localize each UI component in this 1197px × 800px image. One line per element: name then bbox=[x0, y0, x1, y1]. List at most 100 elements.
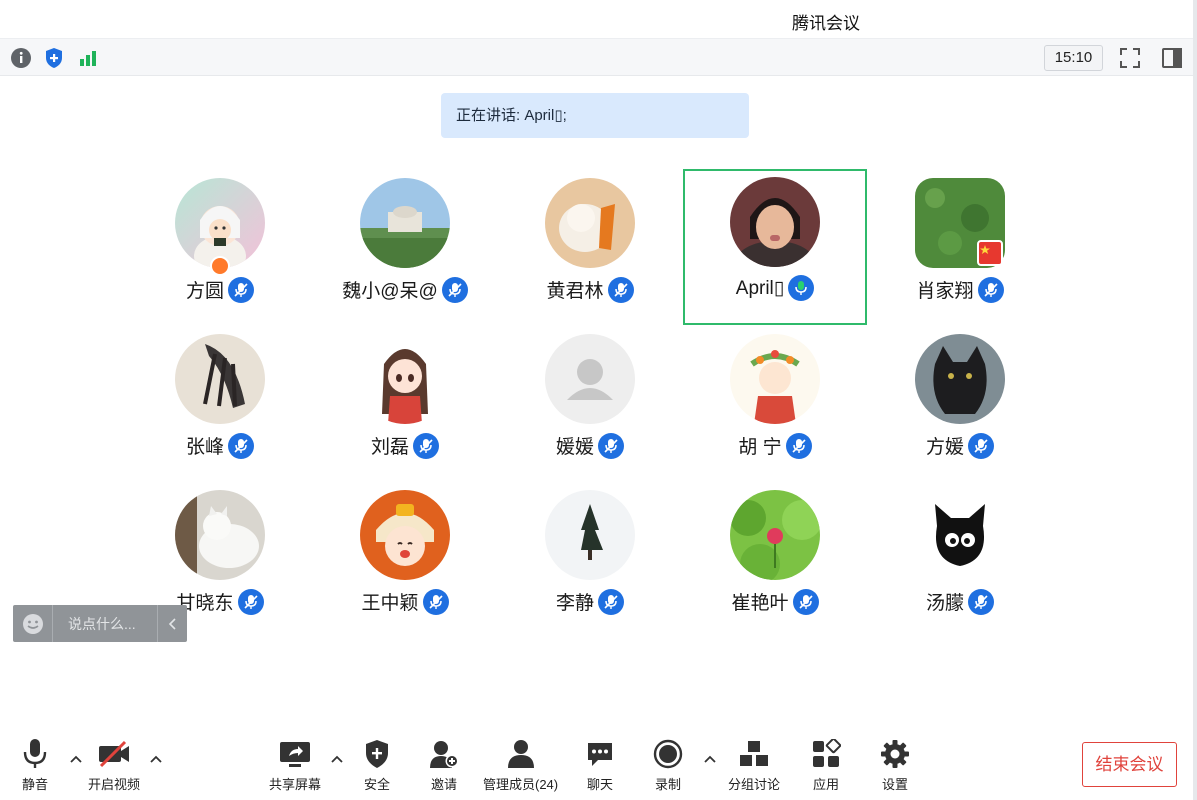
fullscreen-icon[interactable] bbox=[1119, 47, 1141, 69]
emoji-icon[interactable] bbox=[13, 605, 53, 642]
participant-name: 崔艳叶 bbox=[731, 593, 789, 614]
invite-label: 邀请 bbox=[430, 777, 457, 792]
muted-mic-icon bbox=[968, 588, 994, 615]
host-badge-icon bbox=[210, 256, 230, 276]
speaking-indicator: 正在讲话: April▯; bbox=[441, 93, 749, 138]
muted-mic-icon bbox=[977, 276, 1004, 303]
mute-button[interactable]: 静音 bbox=[18, 738, 52, 793]
security-button[interactable]: 安全 bbox=[360, 738, 394, 793]
title-bar: 腾讯会议 bbox=[0, 0, 1193, 38]
side-panel-icon[interactable] bbox=[1161, 47, 1183, 69]
bottom-toolbar: 静音 开启视频 共享屏幕 安全 邀请 管理成员(24) 聊天 录制 分组讨论 应… bbox=[0, 730, 1193, 800]
muted-mic-icon bbox=[792, 588, 819, 615]
participant-name: 张峰 bbox=[185, 437, 224, 458]
muted-mic-icon bbox=[413, 432, 439, 459]
participant-name: 肖家翔 bbox=[916, 281, 974, 302]
meeting-clock: 15:10 bbox=[1044, 45, 1103, 71]
avatar bbox=[545, 490, 635, 580]
share-screen-button[interactable]: 共享屏幕 bbox=[269, 738, 321, 793]
avatar bbox=[545, 178, 635, 268]
chat-placeholder[interactable]: 说点什么... bbox=[53, 614, 157, 634]
chevron-left-icon[interactable] bbox=[157, 605, 187, 642]
shield-icon bbox=[360, 738, 394, 770]
participant-name: April▯ bbox=[735, 277, 785, 299]
participant-tile[interactable]: 方圆 bbox=[128, 170, 312, 326]
shield-icon[interactable] bbox=[42, 46, 66, 70]
info-icon[interactable] bbox=[9, 46, 33, 70]
gear-icon bbox=[878, 738, 912, 770]
breakout-rooms-button[interactable]: 分组讨论 bbox=[728, 738, 780, 793]
muted-mic-icon bbox=[598, 432, 624, 459]
muted-mic-icon bbox=[968, 432, 994, 459]
chat-button[interactable]: 聊天 bbox=[583, 738, 617, 793]
breakout-icon bbox=[737, 738, 771, 770]
participant-tile[interactable]: 汤朦 bbox=[868, 482, 1052, 638]
avatar bbox=[360, 490, 450, 580]
default-avatar bbox=[545, 334, 635, 424]
chevron-up-icon[interactable] bbox=[149, 752, 163, 766]
participant-name: 李静 bbox=[555, 593, 594, 614]
video-label: 开启视频 bbox=[88, 777, 141, 792]
mute-label: 静音 bbox=[21, 777, 48, 792]
participant-tile[interactable]: 王中颖 bbox=[313, 482, 497, 638]
apps-icon bbox=[809, 738, 843, 770]
security-label: 安全 bbox=[363, 777, 390, 792]
participant-name: 黄君林 bbox=[546, 281, 604, 302]
end-meeting-button[interactable]: 结束会议 bbox=[1082, 742, 1177, 787]
muted-mic-icon bbox=[228, 432, 254, 459]
avatar bbox=[360, 334, 450, 424]
muted-mic-icon bbox=[607, 276, 634, 303]
speaking-mic-icon bbox=[788, 275, 815, 301]
participant-name: 方圆 bbox=[185, 281, 224, 302]
participant-tile[interactable]: 媛媛 bbox=[498, 326, 682, 482]
chat-input[interactable]: 说点什么... bbox=[13, 605, 187, 642]
record-icon bbox=[651, 738, 685, 770]
settings-label: 设置 bbox=[881, 777, 908, 792]
avatar bbox=[175, 334, 265, 424]
share-screen-icon bbox=[278, 738, 312, 770]
manage-members-button[interactable]: 管理成员(24) bbox=[483, 738, 558, 793]
muted-mic-icon bbox=[598, 588, 624, 615]
settings-button[interactable]: 设置 bbox=[878, 738, 912, 793]
share-label: 共享屏幕 bbox=[269, 777, 322, 792]
members-icon bbox=[504, 738, 538, 770]
status-bar: 15:10 bbox=[0, 38, 1193, 76]
meeting-window: 腾讯会议 15:10 正在讲话: April▯; 方圆 魏小@呆@ 黄君林 Ap… bbox=[0, 0, 1197, 800]
avatar bbox=[730, 334, 820, 424]
record-label: 录制 bbox=[654, 777, 681, 792]
chevron-up-icon[interactable] bbox=[330, 752, 344, 766]
participant-tile[interactable]: 崔艳叶 bbox=[683, 482, 867, 638]
participant-tile[interactable]: 肖家翔 bbox=[868, 170, 1052, 326]
participant-name: 王中颖 bbox=[361, 593, 419, 614]
breakout-label: 分组讨论 bbox=[728, 777, 781, 792]
chevron-up-icon[interactable] bbox=[69, 752, 83, 766]
participant-name: 魏小@呆@ bbox=[342, 281, 438, 302]
invite-button[interactable]: 邀请 bbox=[427, 738, 461, 793]
muted-mic-icon bbox=[237, 588, 264, 615]
participant-tile[interactable]: 张峰 bbox=[128, 326, 312, 482]
participant-tile-active[interactable]: April▯ bbox=[683, 169, 867, 325]
participant-name: 媛媛 bbox=[555, 437, 594, 458]
participant-tile[interactable]: 李静 bbox=[498, 482, 682, 638]
avatar bbox=[915, 490, 1005, 580]
apps-button[interactable]: 应用 bbox=[809, 738, 843, 793]
participant-name: 方媛 bbox=[925, 437, 964, 458]
signal-icon[interactable] bbox=[76, 46, 100, 70]
members-label: 管理成员(24) bbox=[483, 777, 559, 792]
chat-label: 聊天 bbox=[586, 777, 613, 792]
avatar bbox=[360, 178, 450, 268]
add-user-icon bbox=[427, 738, 461, 770]
microphone-icon bbox=[18, 738, 52, 770]
participant-tile[interactable]: 胡 宁 bbox=[683, 326, 867, 482]
participant-tile[interactable]: 方媛 bbox=[868, 326, 1052, 482]
avatar bbox=[915, 334, 1005, 424]
chevron-up-icon[interactable] bbox=[703, 752, 717, 766]
record-button[interactable]: 录制 bbox=[651, 738, 685, 793]
avatar bbox=[730, 177, 820, 267]
window-title: 腾讯会议 bbox=[792, 14, 860, 33]
participant-tile[interactable]: 刘磊 bbox=[313, 326, 497, 482]
participant-tile[interactable]: 魏小@呆@ bbox=[313, 170, 497, 326]
start-video-button[interactable]: 开启视频 bbox=[88, 738, 140, 793]
participant-tile[interactable]: 黄君林 bbox=[498, 170, 682, 326]
avatar bbox=[175, 178, 265, 268]
